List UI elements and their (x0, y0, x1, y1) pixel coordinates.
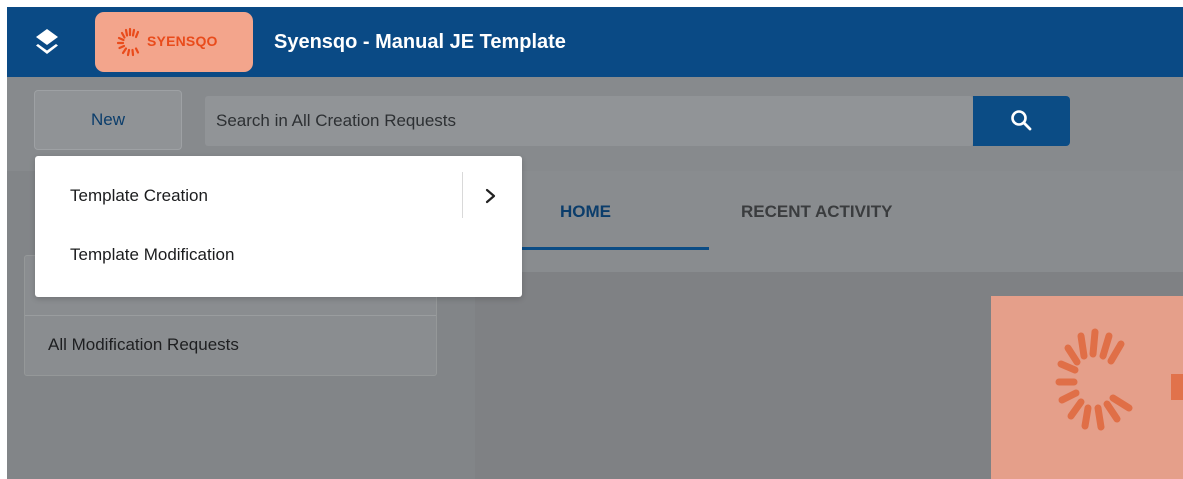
new-dropdown-menu: Template Creation Template Modification (35, 156, 522, 297)
menu-item-label: Template Modification (70, 245, 235, 264)
search-icon (1011, 110, 1032, 131)
list-item-all-modification-requests[interactable]: All Modification Requests (25, 316, 436, 376)
tab-bar: HOME RECENT ACTIVITY (475, 171, 1183, 272)
stack-icon[interactable] (34, 27, 60, 57)
main-content: HOME RECENT ACTIVITY (475, 171, 1183, 479)
search-input[interactable] (205, 96, 973, 146)
syensqo-logo-mark-icon (116, 27, 140, 57)
syensqo-logo[interactable]: SYENSQO (95, 12, 253, 72)
tab-recent-activity[interactable]: RECENT ACTIVITY (741, 202, 892, 222)
search-box (205, 96, 973, 146)
menu-item-template-creation[interactable]: Template Creation (35, 168, 522, 226)
menu-divider (462, 172, 463, 218)
new-button[interactable]: New (34, 90, 182, 150)
active-tab-indicator (515, 247, 709, 250)
syensqo-hero-image (991, 296, 1183, 479)
tab-home[interactable]: HOME (560, 202, 611, 222)
app-header: SYENSQO Syensqo - Manual JE Template (7, 7, 1183, 77)
app-title: Syensqo - Manual JE Template (274, 31, 566, 53)
search-button[interactable] (973, 96, 1070, 146)
menu-item-label: Template Creation (70, 186, 208, 205)
list-item-label: All Modification Requests (48, 335, 239, 354)
menu-item-template-modification[interactable]: Template Modification (35, 227, 522, 285)
chevron-right-icon[interactable] (484, 186, 498, 206)
logo-text: SYENSQO (147, 33, 218, 49)
